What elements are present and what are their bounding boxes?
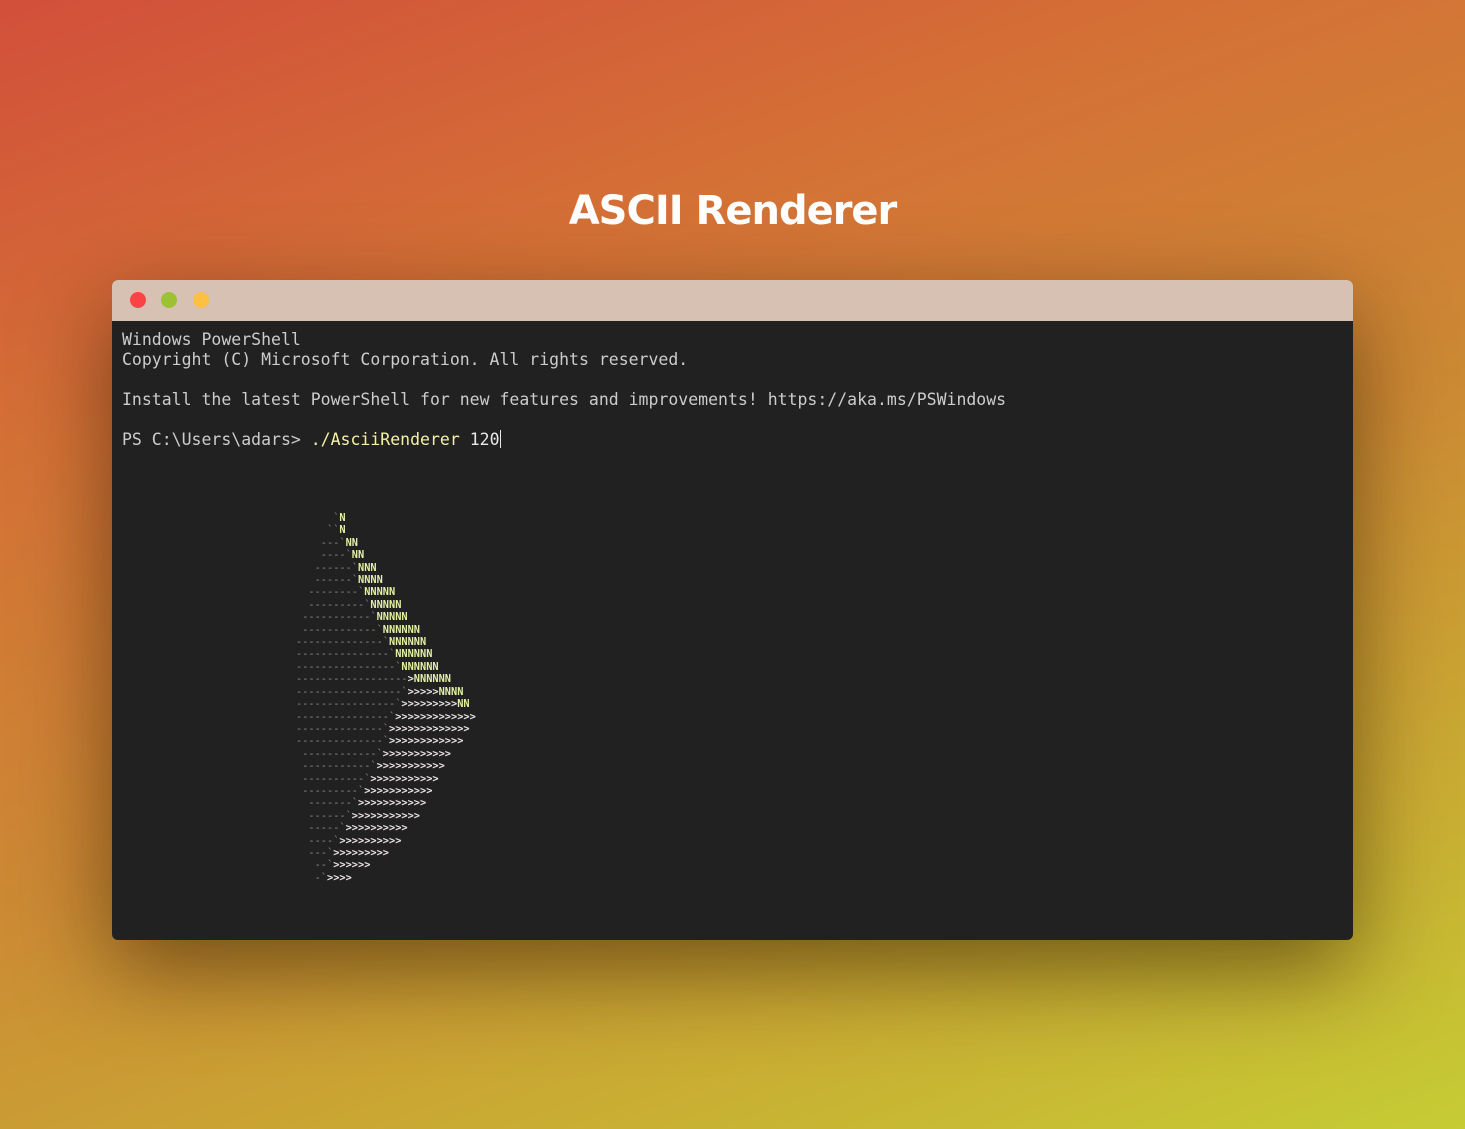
ascii-art-output: `N ``N ---`NN ----`NN ------`NNN ------`… xyxy=(296,512,476,884)
ascii-art-row: ------------`NNNNNN xyxy=(296,623,420,636)
ascii-art-row: ------------`>>>>>>>>>>> xyxy=(296,747,451,760)
terminal-copyright-line: Copyright (C) Microsoft Corporation. All… xyxy=(122,350,689,369)
ascii-art-row: ---------------`NNNNNN xyxy=(296,648,433,661)
ascii-art-row: ----`>>>>>>>>>> xyxy=(296,834,402,847)
window-titlebar[interactable] xyxy=(112,280,1353,321)
ascii-art-row: ----`NN xyxy=(296,549,365,562)
terminal-header-line: Windows PowerShell xyxy=(122,330,301,349)
ascii-art-row: --`>>>>>> xyxy=(296,859,371,872)
ascii-art-row: ----------------`NNNNNN xyxy=(296,660,439,673)
ascii-art-row: --------------`>>>>>>>>>>>>> xyxy=(296,722,470,735)
ascii-art-row: --------`NNNNN xyxy=(296,586,396,599)
ascii-art-row: ------`>>>>>>>>>>> xyxy=(296,809,420,822)
ascii-art-row: --------------`>>>>>>>>>>>> xyxy=(296,735,464,748)
terminal-install-line: Install the latest PowerShell for new fe… xyxy=(122,390,1007,409)
ascii-art-row: --------------`NNNNNN xyxy=(296,636,427,649)
ascii-art-row: ------`NNN xyxy=(296,561,377,574)
ascii-art-row: -----------`NNNNN xyxy=(296,611,408,624)
ascii-art-row: ``N xyxy=(296,524,346,537)
terminal-window: Windows PowerShell Copyright (C) Microso… xyxy=(112,280,1353,940)
terminal-output[interactable]: Windows PowerShell Copyright (C) Microso… xyxy=(112,321,1353,940)
page-title: ASCII Renderer xyxy=(568,188,898,234)
ascii-art-row: -------`>>>>>>>>>>> xyxy=(296,797,427,810)
command-argument: 120 xyxy=(459,430,500,449)
prompt-path: PS C:\Users\adars> xyxy=(122,430,311,449)
ascii-art-row: ---------`>>>>>>>>>>> xyxy=(296,784,433,797)
maximize-button[interactable] xyxy=(193,292,209,308)
ascii-art-row: -----`>>>>>>>>>> xyxy=(296,822,408,835)
command-name: ./AsciiRenderer xyxy=(310,430,460,449)
ascii-art-row: ---------------`>>>>>>>>>>>>> xyxy=(296,710,476,723)
ascii-art-row: ------------------>NNNNNN xyxy=(296,673,451,686)
text-cursor xyxy=(499,430,501,448)
close-button[interactable] xyxy=(130,292,146,308)
ascii-art-row: ------`NNNN xyxy=(296,574,383,587)
ascii-art-row: ---`NN xyxy=(296,536,359,549)
minimize-button[interactable] xyxy=(161,292,177,308)
ascii-art-row: ---------`NNNNN xyxy=(296,598,402,611)
prompt-line[interactable]: PS C:\Users\adars> ./AsciiRenderer 120 xyxy=(122,430,1343,450)
ascii-art-row: ---`>>>>>>>>> xyxy=(296,846,389,859)
ascii-art-row: ----------------`>>>>>>>>>NN xyxy=(296,698,470,711)
ascii-art-row: -`>>>> xyxy=(296,871,352,884)
ascii-art-row: `N xyxy=(296,512,346,524)
ascii-art-row: -----------`>>>>>>>>>>> xyxy=(296,760,445,773)
ascii-art-row: -----------------`>>>>>NNNN xyxy=(296,685,464,698)
ascii-art-row: ----------`>>>>>>>>>>> xyxy=(296,772,439,785)
